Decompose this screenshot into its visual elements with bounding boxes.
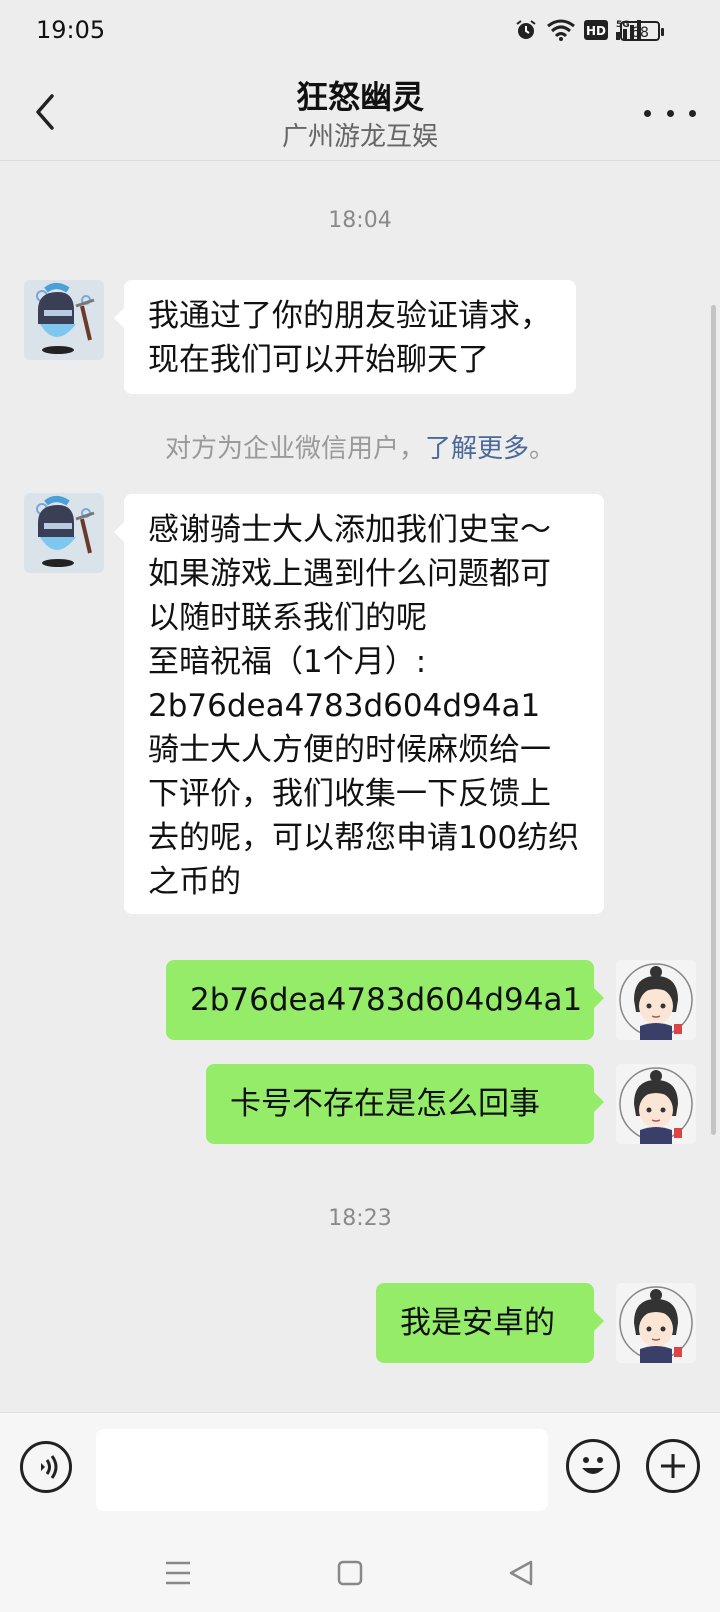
home-icon[interactable] [337,1560,363,1586]
battery-icon: 68 [620,21,664,41]
status-bar: 19:05 HD 5G 68 [0,0,720,64]
alarm-icon [516,20,536,39]
knight-avatar-icon [24,493,104,573]
message-bubble-incoming[interactable]: 感谢骑士大人添加我们史宝～ 如果游戏上遇到什么问题都可以随时联系我们的呢 至暗祝… [114,494,604,914]
input-bar [0,1412,720,1533]
contact-avatar[interactable] [24,493,104,573]
more-icon-dot [689,109,696,117]
my-avatar[interactable] [616,1064,696,1144]
header-divider [0,160,720,161]
chat-title: 狂怒幽灵 [295,78,424,116]
message-bubble-outgoing[interactable]: 2b76dea4783d604d94a1 [166,960,604,1040]
timestamp: 18:23 [328,1206,392,1231]
notice-text: 对方为企业微信用户， [164,434,425,464]
wifi-icon [547,19,575,41]
chat-subtitle: 广州游龙互娱 [281,122,438,152]
status-time: 19:05 [36,16,106,44]
back-triangle-icon[interactable] [508,1560,534,1586]
chat-header: 狂怒幽灵 广州游龙互娱 [0,64,720,160]
svg-text:HD: HD [586,24,606,38]
knight-avatar-icon [24,280,104,360]
plus-icon [661,1454,685,1478]
hd-icon: HD [584,20,608,40]
more-icon-dot [666,109,674,117]
message-bubble-incoming[interactable]: 我通过了你的朋友验证请求， 现在我们可以开始聊天了 [114,280,576,394]
plus-button[interactable] [646,1439,700,1493]
emoji-icon [582,1457,604,1474]
voice-button[interactable] [20,1441,72,1493]
more-button[interactable] [644,98,696,128]
message-bubble-outgoing[interactable]: 我是安卓的 [376,1283,604,1363]
user-avatar-icon [616,1064,696,1144]
enterprise-wechat-notice: 对方为企业微信用户，了解更多。 [0,428,720,465]
user-avatar-icon [616,1283,696,1363]
learn-more-link[interactable]: 了解更多 [425,434,529,464]
my-avatar[interactable] [616,960,696,1040]
menu-icon[interactable] [164,1560,192,1586]
more-icon [644,109,651,117]
emoji-button[interactable] [566,1439,620,1493]
message-bubble-outgoing[interactable]: 卡号不存在是怎么回事 [206,1064,604,1144]
notice-end: 。 [529,434,556,464]
my-avatar[interactable] [616,1283,696,1363]
voice-icon [41,1455,58,1479]
message-input[interactable] [96,1429,548,1511]
user-avatar-icon [616,960,696,1040]
timestamp: 18:04 [328,208,392,233]
system-nav-bar [0,1532,720,1612]
contact-avatar[interactable] [24,280,104,360]
chat-scrollbar[interactable] [711,305,716,1135]
